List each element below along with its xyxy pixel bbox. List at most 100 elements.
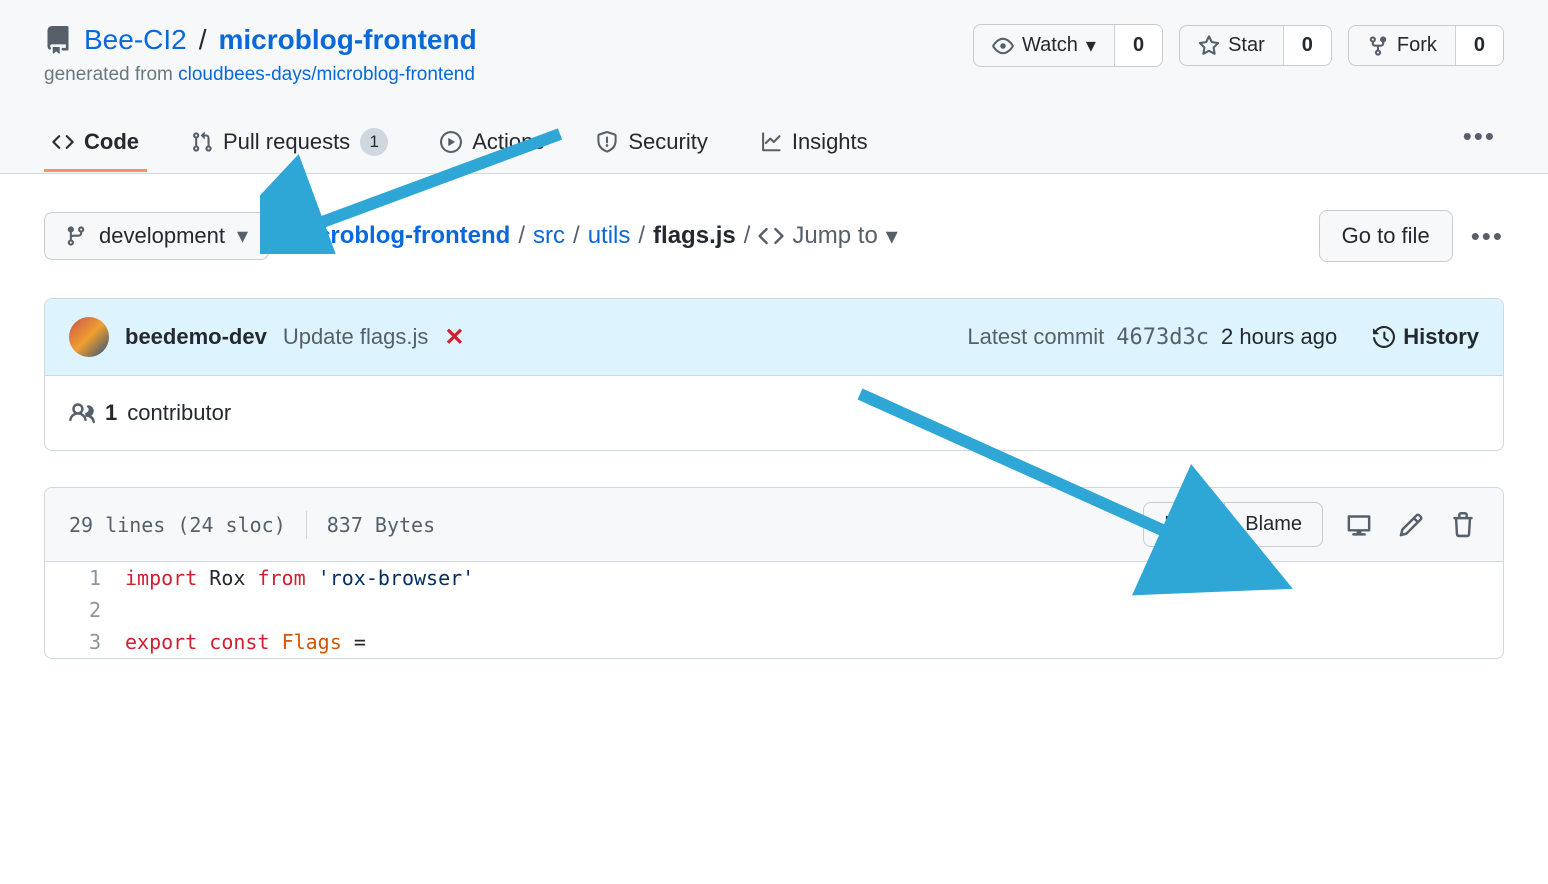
code-icon <box>52 131 74 153</box>
breadcrumb-src[interactable]: src <box>533 222 565 250</box>
eye-icon <box>992 35 1014 57</box>
history-label: History <box>1403 324 1479 350</box>
fork-count[interactable]: 0 <box>1455 26 1503 65</box>
edit-button[interactable] <box>1395 509 1427 541</box>
contributors-count: 1 <box>105 400 117 426</box>
fork-label: Fork <box>1397 34 1437 57</box>
tab-insights-label: Insights <box>792 129 868 155</box>
breadcrumb-sep: / <box>573 222 580 250</box>
file-subhead: development ▾ microblog-frontend / src /… <box>44 210 1504 262</box>
history-link[interactable]: History <box>1373 324 1479 350</box>
breadcrumb-sep: / <box>638 222 645 250</box>
tab-security[interactable]: Security <box>588 115 715 172</box>
repo-owner-link[interactable]: Bee-CI2 <box>84 24 187 56</box>
branch-name: development <box>99 223 225 249</box>
code-icon <box>758 223 784 249</box>
breadcrumb-utils[interactable]: utils <box>588 222 631 250</box>
status-failed-icon[interactable]: ✕ <box>444 323 464 352</box>
commit-time: 2 hours ago <box>1221 324 1337 350</box>
caret-down-icon: ▾ <box>237 223 248 249</box>
code-line: 1 import Rox from 'rox-browser' <box>45 562 1503 594</box>
tab-pull-requests[interactable]: Pull requests 1 <box>183 114 396 173</box>
repo-icon <box>44 26 72 54</box>
repo-title-block: Bee-CI2 / microblog-frontend generated f… <box>44 24 477 86</box>
watch-label: Watch <box>1022 34 1078 57</box>
main: development ▾ microblog-frontend / src /… <box>0 174 1548 695</box>
go-to-file-button[interactable]: Go to file <box>1319 210 1453 262</box>
tab-insights[interactable]: Insights <box>752 115 876 172</box>
blame-button[interactable]: Blame <box>1224 503 1322 546</box>
tab-actions[interactable]: Actions <box>432 115 552 172</box>
star-count[interactable]: 0 <box>1283 26 1331 65</box>
avatar[interactable] <box>69 317 109 357</box>
repo-title: Bee-CI2 / microblog-frontend <box>44 24 477 56</box>
file-lines: 29 lines (24 sloc) <box>69 513 286 537</box>
tabs-overflow-menu[interactable]: ••• <box>1455 121 1504 166</box>
header-top: Bee-CI2 / microblog-frontend generated f… <box>44 24 1504 86</box>
line-number[interactable]: 2 <box>45 594 125 626</box>
delete-button[interactable] <box>1447 509 1479 541</box>
breadcrumb-sep: / <box>744 222 751 250</box>
tab-code[interactable]: Code <box>44 115 147 172</box>
fork-button[interactable]: Fork <box>1349 26 1455 65</box>
code-line: 3 export const Flags = <box>45 626 1503 658</box>
subhead-left: development ▾ microblog-frontend / src /… <box>44 212 898 260</box>
commit-row: beedemo-dev Update flags.js ✕ Latest com… <box>45 299 1503 376</box>
pull-request-icon <box>191 131 213 153</box>
contributors-label: contributor <box>127 400 231 426</box>
file-actions: Raw Blame <box>1143 502 1479 547</box>
branch-icon <box>65 225 87 247</box>
play-icon <box>440 131 462 153</box>
repo-slash: / <box>199 24 207 56</box>
commit-author[interactable]: beedemo-dev <box>125 324 267 350</box>
commit-hash[interactable]: 4673d3c <box>1116 325 1209 350</box>
contributors-row: 1 contributor <box>45 376 1503 450</box>
file-box: 29 lines (24 sloc) 837 Bytes Raw Blame <box>44 487 1504 659</box>
line-content: export const Flags = <box>125 626 366 658</box>
commit-right: Latest commit 4673d3c 2 hours ago Histor… <box>967 324 1479 350</box>
repo-subtitle: generated from cloudbees-days/microblog-… <box>44 64 477 86</box>
watch-count[interactable]: 0 <box>1114 25 1162 66</box>
shield-icon <box>596 131 618 153</box>
raw-blame-group: Raw Blame <box>1143 502 1323 547</box>
history-icon <box>1373 326 1395 348</box>
line-number[interactable]: 3 <box>45 626 125 658</box>
code-line: 2 <box>45 594 1503 626</box>
file-overflow-menu[interactable]: ••• <box>1471 221 1504 252</box>
repo-header: Bee-CI2 / microblog-frontend generated f… <box>0 0 1548 174</box>
repo-tabs: Code Pull requests 1 Actions Security In… <box>44 114 1504 173</box>
pulls-badge: 1 <box>360 128 388 156</box>
divider <box>306 511 307 539</box>
trash-icon <box>1450 512 1476 538</box>
commit-left: beedemo-dev Update flags.js ✕ <box>69 317 464 357</box>
breadcrumb: microblog-frontend / src / utils / flags… <box>289 222 898 251</box>
file-meta: 29 lines (24 sloc) 837 Bytes <box>69 511 435 539</box>
code-area: 1 import Rox from 'rox-browser' 2 3 expo… <box>45 562 1503 658</box>
fork-icon <box>1367 35 1389 57</box>
graph-icon <box>760 131 782 153</box>
raw-button[interactable]: Raw <box>1144 503 1224 546</box>
tab-pulls-label: Pull requests <box>223 129 350 155</box>
branch-selector[interactable]: development ▾ <box>44 212 269 260</box>
tabs-left: Code Pull requests 1 Actions Security In… <box>44 114 876 173</box>
line-number[interactable]: 1 <box>45 562 125 594</box>
subhead-right: Go to file ••• <box>1319 210 1504 262</box>
star-button-group: Star 0 <box>1179 25 1332 66</box>
desktop-button[interactable] <box>1343 509 1375 541</box>
jump-to-dropdown[interactable]: Jump to ▾ <box>758 222 897 251</box>
file-header: 29 lines (24 sloc) 837 Bytes Raw Blame <box>45 488 1503 562</box>
star-icon <box>1198 35 1220 57</box>
breadcrumb-root[interactable]: microblog-frontend <box>289 222 510 250</box>
pencil-icon <box>1398 512 1424 538</box>
people-icon <box>69 400 95 426</box>
jump-to-label: Jump to <box>792 222 877 250</box>
commit-box: beedemo-dev Update flags.js ✕ Latest com… <box>44 298 1504 451</box>
tab-security-label: Security <box>628 129 707 155</box>
repo-actions: Watch ▾ 0 Star 0 Fork 0 <box>973 24 1504 67</box>
generated-from-link[interactable]: cloudbees-days/microblog-frontend <box>178 64 475 85</box>
repo-name-link[interactable]: microblog-frontend <box>219 24 477 56</box>
tab-actions-label: Actions <box>472 129 544 155</box>
star-button[interactable]: Star <box>1180 26 1283 65</box>
watch-button[interactable]: Watch ▾ <box>974 25 1114 66</box>
commit-message[interactable]: Update flags.js <box>283 324 429 350</box>
